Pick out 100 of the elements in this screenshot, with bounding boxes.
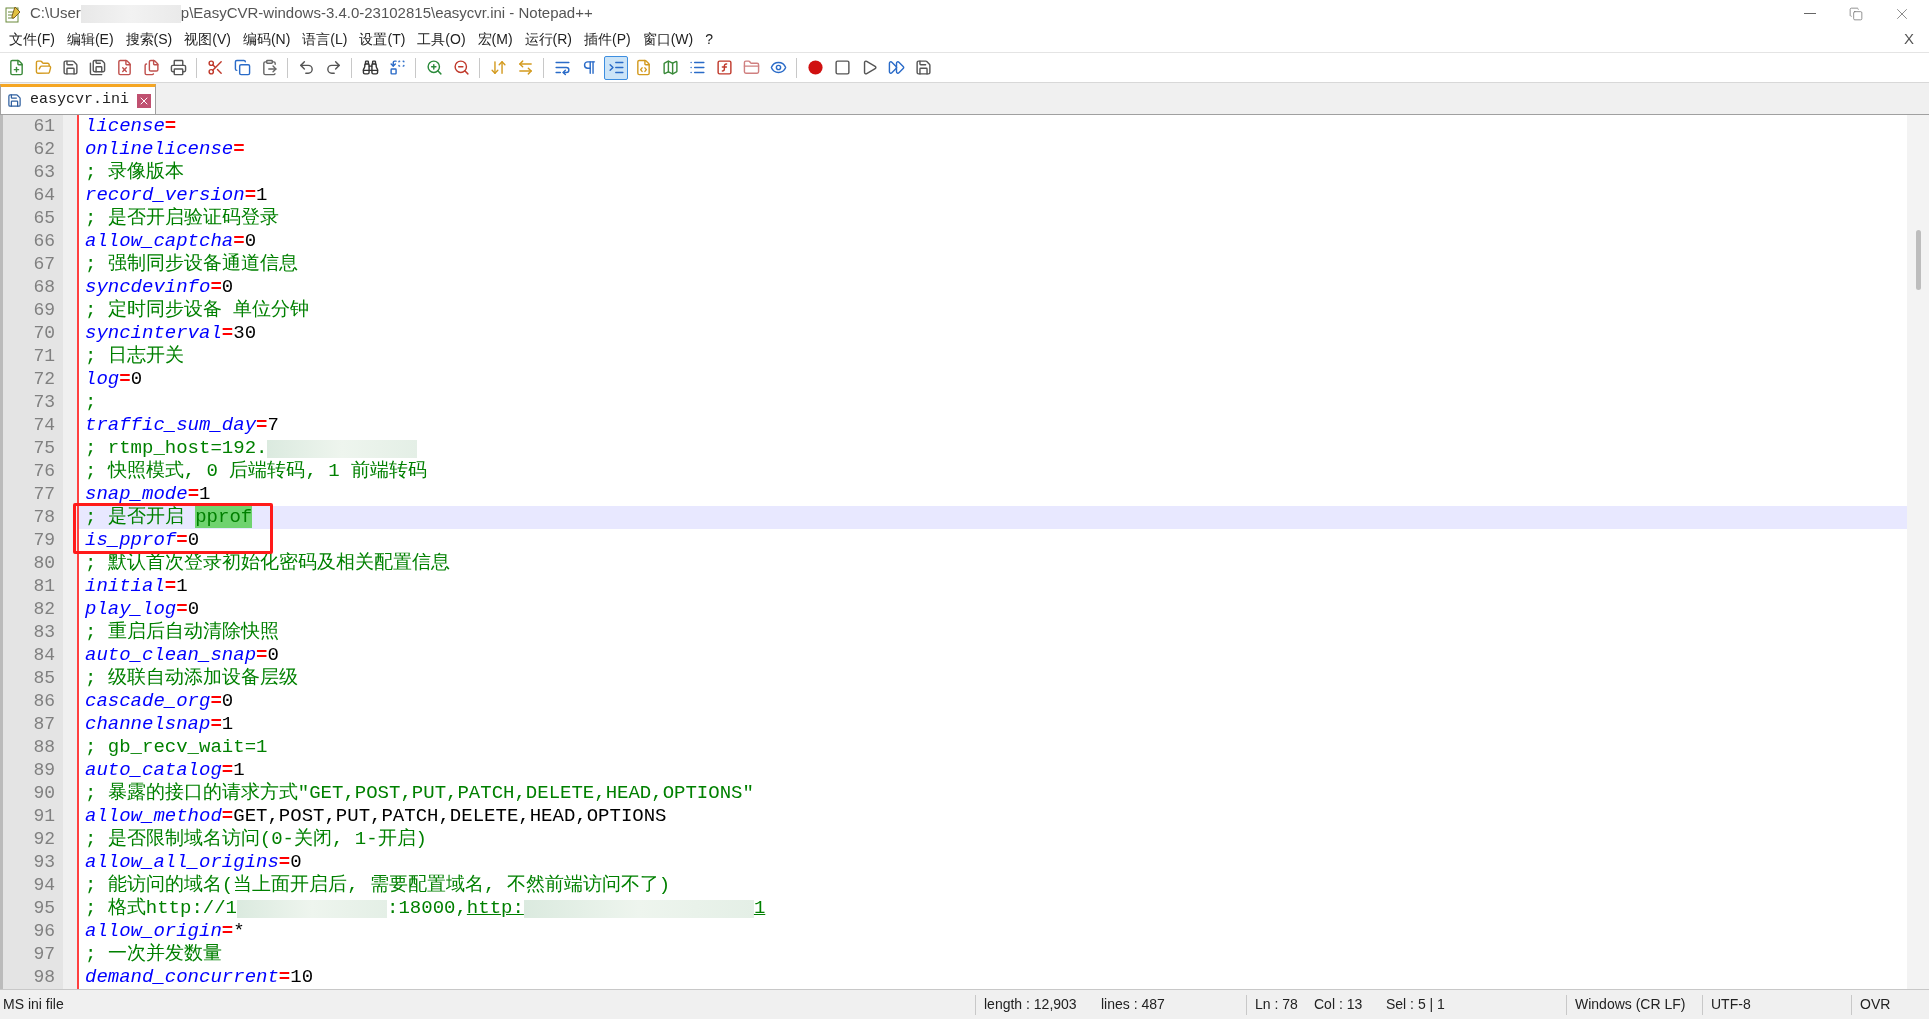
- menu-item[interactable]: 语言(L): [296, 29, 354, 50]
- document-list-icon: [688, 59, 706, 76]
- line-number: 74: [33, 414, 55, 437]
- save-icon: [7, 93, 22, 108]
- menu-item[interactable]: 设置(T): [353, 29, 412, 50]
- menu-item[interactable]: 文件(F): [3, 29, 61, 50]
- close-all-icon: [142, 59, 160, 76]
- new-file-icon: [7, 59, 25, 76]
- code-line: ; gb_recv_wait=1: [85, 736, 268, 759]
- window-title: C:\User: [30, 3, 81, 24]
- code-line: license=: [85, 115, 177, 138]
- line-number: 68: [33, 276, 55, 299]
- code-line: syncinterval=30: [85, 322, 257, 345]
- menu-item[interactable]: 搜索(S): [119, 29, 179, 50]
- line-number: 96: [33, 920, 55, 943]
- binoculars-icon: [361, 59, 379, 76]
- code-line: ; 录像版本: [85, 161, 184, 184]
- menu-item[interactable]: 工具(O): [411, 29, 472, 50]
- code-line: ; 一次并发数量: [85, 943, 222, 966]
- line-number: 67: [33, 253, 55, 276]
- code-line: ; 定时同步设备 单位分钟: [85, 299, 310, 322]
- code-line: traffic_sum_day=7: [85, 414, 279, 437]
- scrollbar[interactable]: [1907, 115, 1929, 989]
- code-line: ; 格式http://1: [85, 897, 238, 920]
- line-number: 91: [33, 805, 55, 828]
- line-number: 95: [33, 897, 55, 920]
- line-number: 83: [33, 621, 55, 644]
- line-number: 92: [33, 828, 55, 851]
- save-all-icon: [88, 59, 106, 76]
- code-line: ; 快照模式, 0 后端转码, 1 前端转码: [85, 460, 428, 483]
- record-icon: [806, 59, 824, 76]
- code-line: ; 级联自动添加设备层级: [85, 667, 298, 690]
- line-number: 66: [33, 230, 55, 253]
- code-line: auto_catalog=1: [85, 759, 245, 782]
- line-number: 98: [33, 966, 55, 989]
- scrollbar-thumb[interactable]: [1915, 230, 1921, 290]
- code-line: auto_clean_snap=0: [85, 644, 279, 667]
- line-number: 64: [33, 184, 55, 207]
- line-number: 79: [33, 529, 55, 552]
- menu-item[interactable]: 运行(R): [518, 29, 578, 50]
- close-document-button[interactable]: X: [1892, 28, 1926, 51]
- menu-item[interactable]: 视图(V): [178, 29, 237, 50]
- line-number: 63: [33, 161, 55, 184]
- code-line: cascade_org=0: [85, 690, 234, 713]
- code-line: ; 强制同步设备通道信息: [85, 253, 298, 276]
- line-number: 73: [33, 391, 55, 414]
- line-number: 88: [33, 736, 55, 759]
- link[interactable]: 1: [753, 897, 766, 920]
- zoom-out-icon: [452, 59, 470, 76]
- line-number: 75: [33, 437, 55, 460]
- line-number: 84: [33, 644, 55, 667]
- code-line: ; 是否开启 pprof: [85, 506, 253, 529]
- line-number: 80: [33, 552, 55, 575]
- menu-item[interactable]: 编辑(E): [60, 29, 120, 50]
- code-line: record_version=1: [85, 184, 268, 207]
- indent-guide-icon: [607, 59, 625, 76]
- code-line: syncdevinfo=0: [85, 276, 234, 299]
- line-number: 89: [33, 759, 55, 782]
- fast-forward-icon: [887, 59, 905, 76]
- line-ending: Windows (CR LF): [1574, 995, 1687, 1014]
- undo-icon: [297, 59, 315, 76]
- line-number: 85: [33, 667, 55, 690]
- menu-item[interactable]: ?: [699, 29, 720, 50]
- horizontal-sync-icon: [516, 59, 534, 76]
- tab-close-icon[interactable]: [137, 93, 152, 108]
- selection-info: Sel : 5 | 1: [1386, 995, 1446, 1014]
- code-line: ; 能访问的域名(当上面开启后, 需要配置域名, 不然前端访问不了): [85, 874, 671, 897]
- file-tab[interactable]: easycvr.ini: [0, 84, 157, 114]
- code-line: play_log=0: [85, 598, 200, 621]
- line-number: 71: [33, 345, 55, 368]
- open-folder-icon: [34, 59, 52, 76]
- zoom-in-icon: [425, 59, 443, 76]
- line-number: 72: [33, 368, 55, 391]
- menu-item[interactable]: 窗口(W): [636, 29, 700, 50]
- line-number: 87: [33, 713, 55, 736]
- overwrite-mode: OVR: [1859, 995, 1891, 1014]
- document-map-icon: [661, 59, 679, 76]
- line-number: 62: [33, 138, 55, 161]
- menu-item[interactable]: 宏(M): [471, 29, 519, 50]
- encoding: UTF-8: [1710, 995, 1752, 1014]
- indent-guide-button[interactable]: [604, 55, 628, 80]
- cursor-line: Ln : 78: [1254, 995, 1299, 1014]
- line-number: 97: [33, 943, 55, 966]
- redo-icon: [324, 59, 342, 76]
- menu-item[interactable]: 插件(P): [578, 29, 637, 50]
- code-line: allow_captcha=0: [85, 230, 257, 253]
- window-title: p\EasyCVR-windows-3.4.0-23102815\easycvr.ini - Notepad++: [180, 3, 593, 24]
- code-line: ; 是否限制域名访问(0-关闭, 1-开启): [85, 828, 428, 851]
- line-number: 94: [33, 874, 55, 897]
- menu-item[interactable]: 编码(N): [236, 29, 297, 50]
- line-number: 93: [33, 851, 55, 874]
- code-line: demand_concurrent=10: [85, 966, 314, 989]
- print-icon: [169, 59, 187, 76]
- eye-icon: [769, 59, 787, 76]
- line-number: 90: [33, 782, 55, 805]
- link[interactable]: http:: [466, 897, 524, 919]
- replace-icon: [388, 59, 406, 76]
- code-line: ; 暴露的接口的请求方式"GET,POST,PUT,PATCH,DELETE,HEAD,OPTIONS": [85, 782, 754, 805]
- copy-icon: [233, 59, 251, 76]
- save-icon: [61, 59, 79, 76]
